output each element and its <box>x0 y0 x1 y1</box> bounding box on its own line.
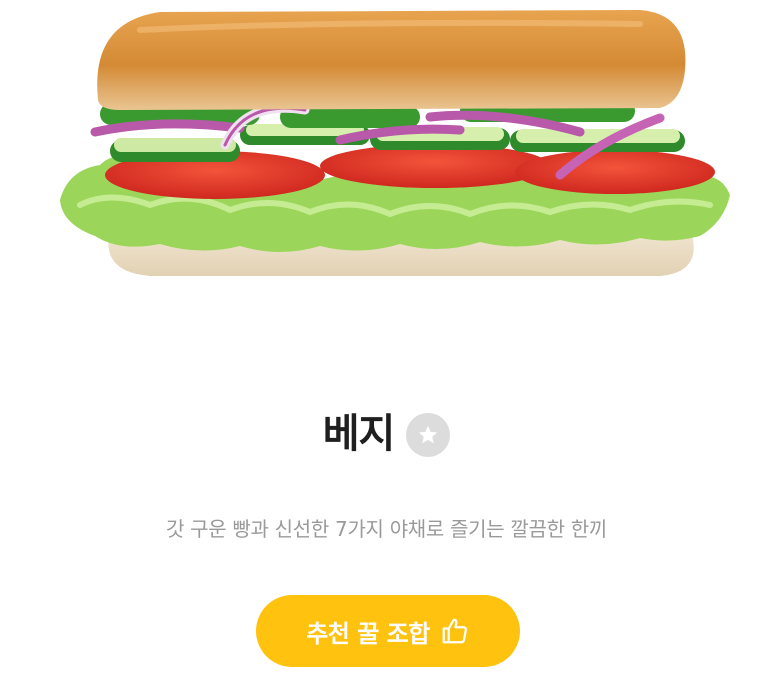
sandwich-image <box>40 0 740 290</box>
product-title: 베지 <box>322 411 396 457</box>
recommend-button-label: 추천 꿀 조합 <box>306 619 430 648</box>
product-description: 갓 구운 빵과 신선한 7가지 야채로 즐기는 깔끔한 한끼 <box>166 517 607 541</box>
recommend-combo-button[interactable]: 추천 꿀 조합 <box>256 595 520 667</box>
thumbs-up-icon <box>440 616 470 646</box>
star-icon[interactable] <box>406 413 451 457</box>
title-row: 베지 <box>0 402 773 466</box>
